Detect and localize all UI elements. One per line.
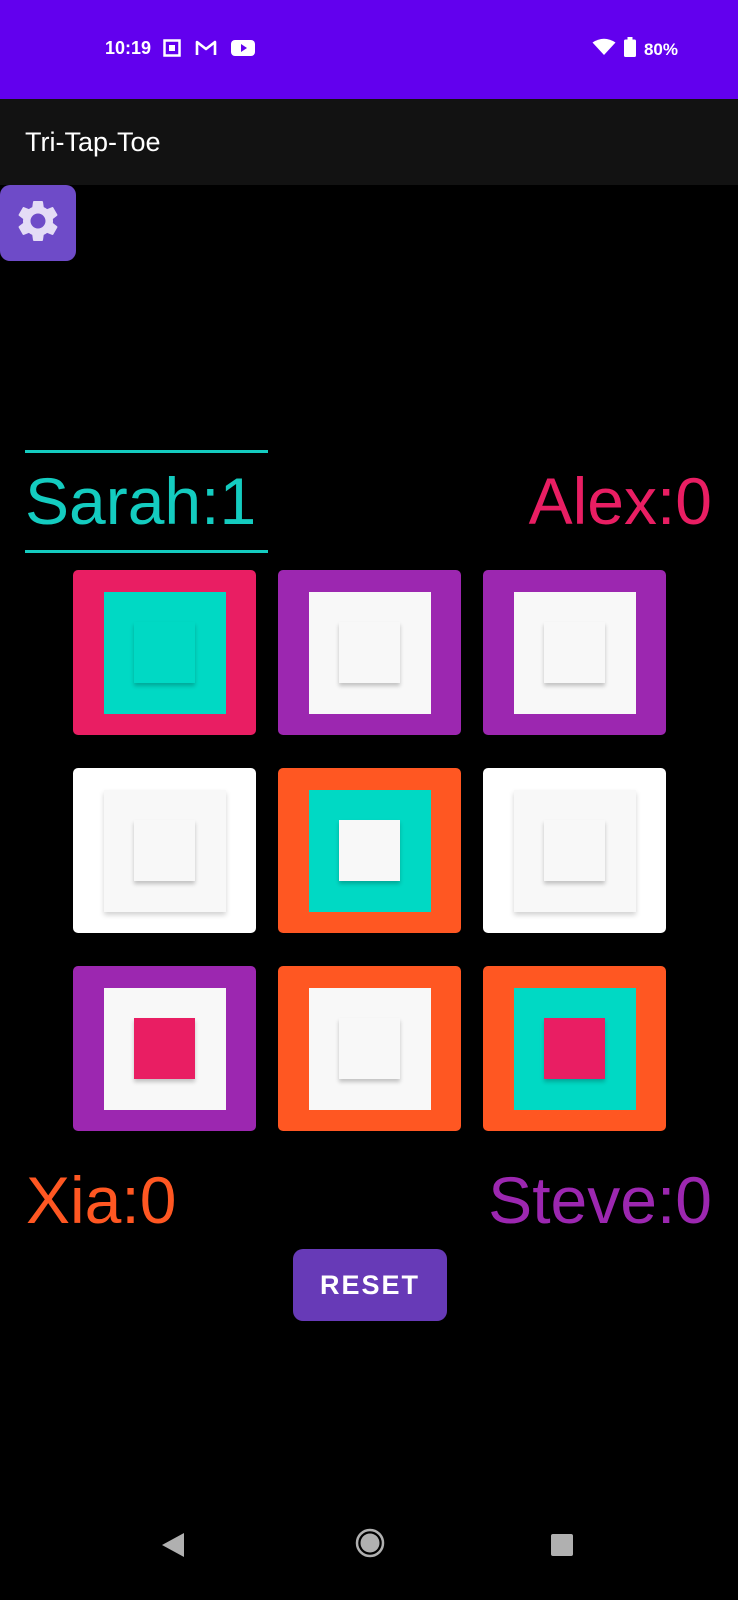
- cell-inner-square: [339, 622, 400, 683]
- board-cell[interactable]: [73, 570, 256, 735]
- cell-inner-square: [134, 820, 195, 881]
- cell-middle-square: [103, 591, 226, 714]
- cell-inner-square: [339, 1018, 400, 1079]
- gmail-icon: [195, 39, 217, 62]
- cell-inner-square: [544, 622, 605, 683]
- board-cell[interactable]: [278, 768, 461, 933]
- board-cell[interactable]: [73, 768, 256, 933]
- board-cell[interactable]: [278, 966, 461, 1131]
- cell-inner-square: [544, 820, 605, 881]
- status-bar: 10:19 80%: [0, 0, 738, 99]
- home-icon[interactable]: [355, 1528, 385, 1563]
- cell-middle-square: [103, 987, 226, 1110]
- cell-middle-square: [513, 987, 636, 1110]
- back-icon[interactable]: [161, 1532, 185, 1563]
- youtube-icon: [231, 39, 255, 62]
- app-title: Tri-Tap-Toe: [25, 127, 161, 157]
- battery-percent: 80%: [643, 39, 678, 59]
- cell-inner-square: [544, 1018, 605, 1079]
- player-score-alex: Alex:0: [528, 464, 712, 538]
- status-time: 10:19: [105, 38, 152, 58]
- gear-icon: [13, 196, 63, 251]
- player-score-sarah: Sarah:1: [25, 464, 257, 538]
- cell-middle-square: [103, 789, 226, 912]
- player-score-xia: Xia:0: [26, 1163, 177, 1237]
- board-cell[interactable]: [73, 966, 256, 1131]
- battery-icon: [623, 37, 636, 62]
- cell-middle-square: [308, 987, 431, 1110]
- cell-middle-square: [308, 789, 431, 912]
- recents-icon[interactable]: [551, 1534, 573, 1556]
- cell-inner-square: [134, 622, 195, 683]
- wifi-icon: [592, 38, 616, 61]
- reset-button[interactable]: RESET: [293, 1249, 447, 1321]
- board-cell[interactable]: [483, 966, 666, 1131]
- settings-button[interactable]: [0, 185, 76, 261]
- cell-inner-square: [339, 820, 400, 881]
- player-score-steve: Steve:0: [488, 1163, 712, 1237]
- cell-inner-square: [134, 1018, 195, 1079]
- cell-middle-square: [308, 591, 431, 714]
- board-cell[interactable]: [278, 570, 461, 735]
- nav-bar: [0, 1520, 738, 1600]
- screen-record-icon: [163, 39, 181, 62]
- board-cell[interactable]: [483, 570, 666, 735]
- cell-middle-square: [513, 789, 636, 912]
- app-bar: Tri-Tap-Toe: [0, 99, 738, 185]
- active-player-bottom-line: [25, 550, 268, 553]
- board-cell[interactable]: [483, 768, 666, 933]
- cell-middle-square: [513, 591, 636, 714]
- active-player-top-line: [25, 450, 268, 453]
